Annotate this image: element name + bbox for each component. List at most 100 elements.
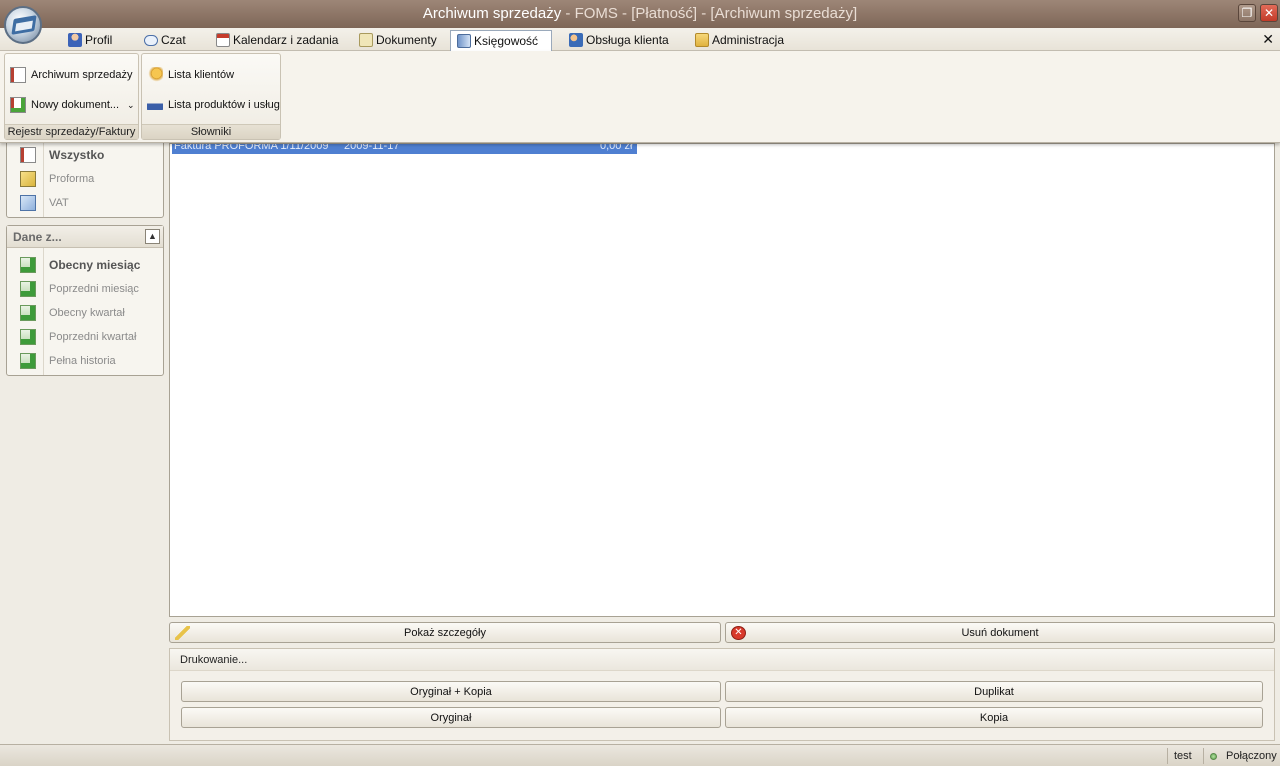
tab-administracja[interactable]: Administracja <box>689 30 790 50</box>
go-arrow-icon <box>20 257 36 273</box>
range-label: Obecny kwartał <box>49 307 125 319</box>
print-copy-label: Kopia <box>979 711 1009 724</box>
filter-vat[interactable]: VAT <box>7 192 163 214</box>
close-tab-icon[interactable]: ✕ <box>1262 31 1274 48</box>
print-original-label: Oryginał <box>430 711 472 724</box>
delete-document-button[interactable]: ✕ Usuń dokument <box>725 622 1275 643</box>
tab-dokumenty[interactable]: Dokumenty <box>353 30 443 50</box>
calendar-icon <box>216 33 230 47</box>
tab-label: Czat <box>161 33 186 47</box>
left-sidebar: Wszystko Proforma VAT Dane z... ▲ Obecny… <box>0 138 168 743</box>
connection-status-icon <box>1210 753 1217 760</box>
delete-icon: ✕ <box>731 626 746 640</box>
new-document-label: Nowy dokument... <box>31 99 120 111</box>
group-caption: Rejestr sprzedaży/Faktury <box>5 124 138 139</box>
range-label: Obecny miesiąc <box>49 258 141 272</box>
range-poprzedni-kwartal[interactable]: Poprzedni kwartał <box>7 326 163 348</box>
go-arrow-icon <box>20 353 36 369</box>
chat-bubble-icon <box>144 34 158 46</box>
tab-label: Obsługa klienta <box>586 33 669 47</box>
table-row[interactable]: Faktura PROFORMA 1/11/2009 2009-11-17 0,… <box>172 144 637 154</box>
vat-document-icon <box>20 195 36 211</box>
ribbon-tabs: Profil Czat Kalendarz i zadania Dokument… <box>0 28 1280 51</box>
cell-date: 2009-11-17 <box>344 144 400 152</box>
filter-wszystko[interactable]: Wszystko <box>7 144 163 166</box>
ledger-book-icon <box>457 34 471 48</box>
range-pelna-historia[interactable]: Pełna historia <box>7 350 163 372</box>
date-range-panel: Dane z... ▲ Obecny miesiąc Poprzedni mie… <box>6 225 164 376</box>
tab-obsluga-klienta[interactable]: Obsługa klienta <box>563 30 675 50</box>
delete-document-label: Usuń dokument <box>961 626 1039 639</box>
user-icon <box>68 33 82 47</box>
tab-label: Administracja <box>712 33 785 47</box>
status-connection: Połączony <box>1203 748 1277 764</box>
close-window-button[interactable]: ✕ <box>1260 4 1278 22</box>
pencil-icon <box>175 626 190 640</box>
products-list-button[interactable]: Lista produktów i usług <box>147 94 280 116</box>
filter-label: Wszystko <box>49 148 105 162</box>
folder-icon <box>695 33 709 47</box>
window-title-main: Archiwum sprzedaży <box>422 5 562 22</box>
date-panel-title: Dane z... <box>7 226 163 248</box>
archive-list-icon <box>10 67 26 83</box>
status-bar: test Połączony <box>0 744 1280 766</box>
show-details-button[interactable]: Pokaż szczegóły <box>169 622 721 643</box>
go-arrow-icon <box>20 305 36 321</box>
new-document-button[interactable]: Nowy dokument... ⌄ <box>10 94 135 116</box>
documents-icon <box>359 33 373 47</box>
car-icon <box>147 97 163 113</box>
window-title: Archiwum sprzedaży - FOMS - [Płatność] -… <box>0 5 1280 22</box>
go-arrow-icon <box>20 329 36 345</box>
go-arrow-icon <box>20 281 36 297</box>
tab-czat[interactable]: Czat <box>138 30 192 50</box>
print-original-button[interactable]: Oryginał <box>181 707 721 728</box>
ribbon-panel: Archiwum sprzedaży Nowy dokument... ⌄ Re… <box>0 51 1280 143</box>
clients-icon <box>147 67 163 83</box>
connection-label: Połączony <box>1226 750 1277 762</box>
range-obecny-kwartal[interactable]: Obecny kwartał <box>7 302 163 324</box>
print-title: Drukowanie... <box>170 649 1274 671</box>
filter-proforma[interactable]: Proforma <box>7 168 163 190</box>
ribbon-group-rejestr: Archiwum sprzedaży Nowy dokument... ⌄ Re… <box>4 53 139 140</box>
filter-label: VAT <box>49 197 69 209</box>
cell-amount: 0,00 zł <box>600 144 633 152</box>
all-documents-icon <box>20 147 36 163</box>
documents-grid[interactable]: Faktura PROFORMA 1/11/2009 2009-11-17 0,… <box>169 143 1275 617</box>
status-user: test <box>1167 748 1203 764</box>
tab-kalendarz[interactable]: Kalendarz i zadania <box>210 30 344 50</box>
archive-label: Archiwum sprzedaży <box>31 69 133 81</box>
window-title-rest: - FOMS - [Płatność] - [Archiwum sprzedaż… <box>561 5 858 22</box>
restore-button[interactable]: ❐ <box>1238 4 1256 22</box>
tab-profil[interactable]: Profil <box>62 30 118 50</box>
filter-label: Proforma <box>49 173 95 185</box>
dropdown-chevron-icon: ⌄ <box>127 99 135 110</box>
tab-ksiegowosc[interactable]: Księgowość <box>450 30 552 51</box>
archive-button[interactable]: Archiwum sprzedaży <box>10 64 132 86</box>
app-menu-orb-icon[interactable] <box>4 6 42 44</box>
print-original-copy-label: Oryginał + Kopia <box>410 685 492 698</box>
proforma-icon <box>20 171 36 187</box>
range-label: Poprzedni miesiąc <box>49 283 139 295</box>
tab-label: Profil <box>85 33 113 47</box>
ribbon-group-slowniki: Lista klientów Lista produktów i usług S… <box>141 53 281 140</box>
show-details-label: Pokaż szczegóły <box>404 626 486 639</box>
print-panel: Drukowanie... Oryginał + Kopia Duplikat … <box>169 648 1275 741</box>
tab-label: Kalendarz i zadania <box>233 33 339 47</box>
tab-label: Księgowość <box>474 34 539 48</box>
clients-list-label: Lista klientów <box>168 69 235 81</box>
customers-icon <box>569 33 583 47</box>
new-document-icon <box>10 97 26 113</box>
range-label: Poprzedni kwartał <box>49 331 137 343</box>
collapse-chevron-up-icon[interactable]: ▲ <box>145 229 160 244</box>
group-caption: Słowniki <box>142 124 280 139</box>
print-duplicate-button[interactable]: Duplikat <box>725 681 1263 702</box>
cell-document: Faktura PROFORMA 1/11/2009 <box>174 144 329 152</box>
range-poprzedni-miesiac[interactable]: Poprzedni miesiąc <box>7 278 163 300</box>
document-type-panel: Wszystko Proforma VAT <box>6 138 164 218</box>
print-duplicate-label: Duplikat <box>974 685 1014 698</box>
title-bar: Archiwum sprzedaży - FOMS - [Płatność] -… <box>0 0 1280 28</box>
print-original-copy-button[interactable]: Oryginał + Kopia <box>181 681 721 702</box>
print-copy-button[interactable]: Kopia <box>725 707 1263 728</box>
range-obecny-miesiac[interactable]: Obecny miesiąc <box>7 254 163 276</box>
clients-list-button[interactable]: Lista klientów <box>147 64 234 86</box>
